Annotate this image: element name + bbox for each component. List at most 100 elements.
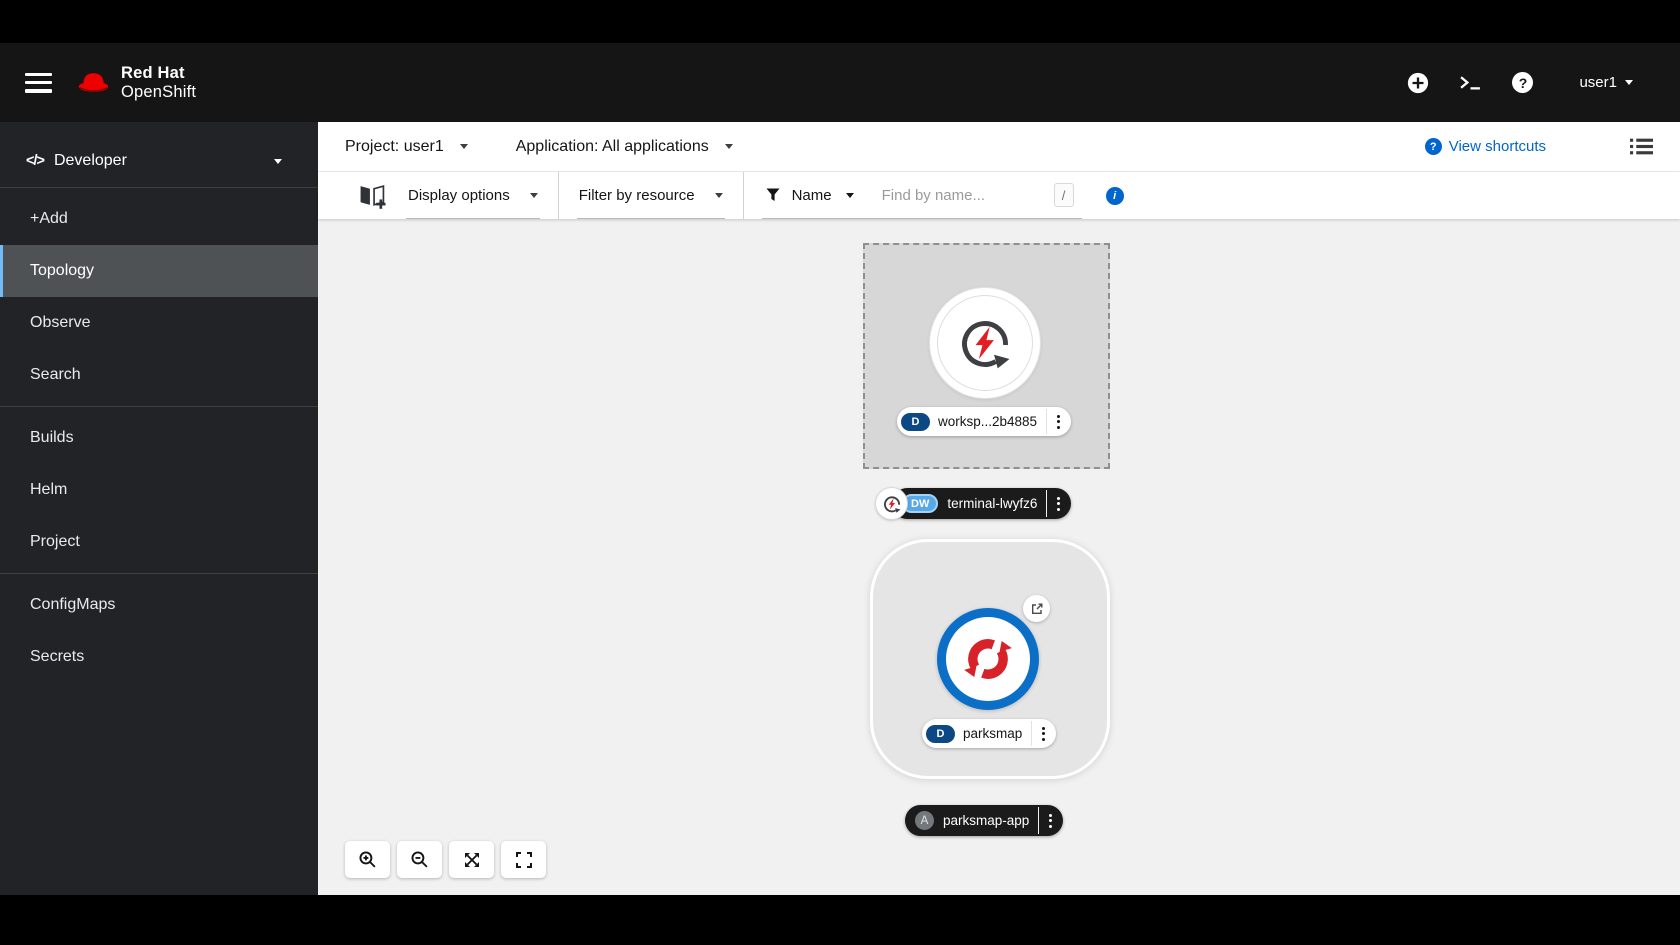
filter-funnel-icon (766, 188, 780, 202)
display-options-label: Display options (408, 187, 510, 204)
sidebar-divider (0, 573, 318, 574)
deployment-badge: D (926, 725, 955, 743)
masthead: Red Hat OpenShift ? user1 (0, 43, 1680, 122)
filter-by-resource-dropdown[interactable]: Filter by resource (577, 172, 725, 219)
brand-logo[interactable]: Red Hat OpenShift (75, 64, 196, 101)
terminal-node-label[interactable]: DW terminal-lwyfz6 (892, 488, 1071, 519)
devworkspace-restart-icon (956, 314, 1014, 372)
toolbar-divider (743, 172, 744, 219)
brand-line1: Red Hat (121, 64, 196, 82)
zoom-in-icon (358, 850, 377, 869)
top-letterbox (0, 0, 1680, 43)
context-bar-right: ? View shortcuts (1425, 138, 1653, 155)
sidebar-item-secrets[interactable]: Secrets (0, 631, 318, 683)
chevron-down-icon (1625, 80, 1633, 85)
topology-info-button[interactable]: i (1106, 187, 1124, 205)
question-circle-icon: ? (1425, 138, 1442, 155)
devworkspace-restart-icon (882, 494, 902, 514)
external-link-icon (1030, 602, 1044, 616)
application-dropdown[interactable]: Application: All applications (516, 138, 733, 156)
chevron-down-icon (530, 193, 538, 198)
view-shortcuts-label: View shortcuts (1449, 138, 1546, 155)
sidebar-item-add[interactable]: +Add (0, 193, 318, 245)
terminal-icon (1459, 74, 1482, 91)
username: user1 (1579, 74, 1617, 91)
sidebar-item-search[interactable]: Search (0, 349, 318, 401)
brand-text: Red Hat OpenShift (121, 64, 196, 101)
zoom-in-button[interactable] (345, 841, 390, 878)
name-filter-dropdown[interactable]: Name (792, 187, 854, 204)
open-url-decorator[interactable] (1023, 595, 1050, 622)
workspace-name: worksp...2b4885 (938, 414, 1037, 429)
terminal-name: terminal-lwyfz6 (947, 496, 1037, 511)
display-options-dropdown[interactable]: Display options (406, 172, 540, 219)
quick-create-button[interactable] (1407, 72, 1429, 94)
book-plus-icon (358, 183, 386, 209)
fit-to-screen-button[interactable] (449, 841, 494, 878)
sidebar-nav: +Add Topology Observe Search Builds Helm… (0, 193, 318, 683)
main-content: Project: user1 Application: All applicat… (318, 122, 1680, 895)
sidebar-item-builds[interactable]: Builds (0, 412, 318, 464)
devworkspace-badge: DW (902, 494, 938, 513)
workspace-node-label[interactable]: D worksp...2b4885 (897, 407, 1071, 436)
parksmap-node-label[interactable]: D parksmap (922, 719, 1056, 748)
zoom-out-icon (410, 850, 429, 869)
list-view-toggle[interactable] (1630, 138, 1653, 155)
context-selector-bar: Project: user1 Application: All applicat… (318, 122, 1680, 172)
sidebar-item-topology[interactable]: Topology (0, 245, 318, 297)
help-icon: ? (1512, 72, 1533, 93)
terminal-node[interactable] (876, 488, 907, 519)
parksmap-node[interactable] (937, 608, 1039, 710)
kebab-menu-icon[interactable] (1039, 805, 1061, 836)
plus-circle-icon (1407, 72, 1429, 94)
expand-arrows-icon (463, 851, 481, 869)
sidebar-item-helm[interactable]: Helm (0, 464, 318, 516)
chevron-down-icon (274, 159, 282, 164)
kebab-menu-icon[interactable] (1047, 407, 1069, 436)
perspective-switcher[interactable]: </> Developer (0, 140, 318, 182)
topology-toolbar: Display options Filter by resource Name (318, 172, 1680, 219)
masthead-actions: ? user1 (1407, 72, 1633, 94)
web-terminal-button[interactable] (1459, 74, 1482, 91)
application-dropdown-label: Application: All applications (516, 138, 709, 156)
sidebar-item-observe[interactable]: Observe (0, 297, 318, 349)
deployment-badge: D (901, 413, 930, 431)
view-shortcuts-link[interactable]: ? View shortcuts (1425, 138, 1546, 155)
code-icon: </> (26, 153, 44, 169)
redhat-fedora-icon (75, 68, 112, 97)
canvas-controls (345, 841, 546, 878)
help-menu-button[interactable]: ? (1512, 72, 1533, 93)
find-by-name-input[interactable] (882, 187, 1042, 204)
chevron-down-icon (715, 193, 723, 198)
perspective-label: Developer (54, 152, 274, 170)
user-menu[interactable]: user1 (1579, 74, 1633, 91)
application-badge: A (915, 811, 934, 830)
corner-brackets-icon (515, 851, 533, 869)
sidebar-item-configmaps[interactable]: ConfigMaps (0, 579, 318, 631)
slash-shortcut-hint: / (1054, 183, 1074, 207)
sidebar-divider (0, 406, 318, 407)
kebab-menu-icon[interactable] (1032, 719, 1054, 748)
openshift-console: Red Hat OpenShift ? user1 (0, 0, 1680, 945)
nav-menu-toggle[interactable] (25, 73, 52, 93)
chevron-down-icon (846, 193, 854, 198)
zoom-out-button[interactable] (397, 841, 442, 878)
sidebar-item-project[interactable]: Project (0, 516, 318, 568)
openshift-logo-icon (962, 633, 1014, 685)
toolbar-divider (558, 172, 559, 219)
workspace-node[interactable] (930, 288, 1040, 398)
name-filter-label: Name (792, 187, 832, 204)
project-dropdown-label: Project: user1 (345, 138, 444, 156)
application-group-label[interactable]: A parksmap-app (905, 805, 1063, 836)
project-dropdown[interactable]: Project: user1 (345, 138, 468, 156)
guided-tour-button[interactable] (358, 172, 386, 219)
application-name: parksmap-app (943, 813, 1029, 828)
topology-canvas[interactable]: D worksp...2b4885 DW terminal-lwyfz6 (318, 219, 1680, 895)
bottom-letterbox (0, 895, 1680, 945)
brand-line2: OpenShift (121, 83, 196, 101)
kebab-menu-icon[interactable] (1047, 488, 1069, 519)
reset-view-button[interactable] (501, 841, 546, 878)
filter-by-resource-label: Filter by resource (579, 187, 695, 204)
chevron-down-icon (725, 144, 733, 149)
chevron-down-icon (460, 144, 468, 149)
